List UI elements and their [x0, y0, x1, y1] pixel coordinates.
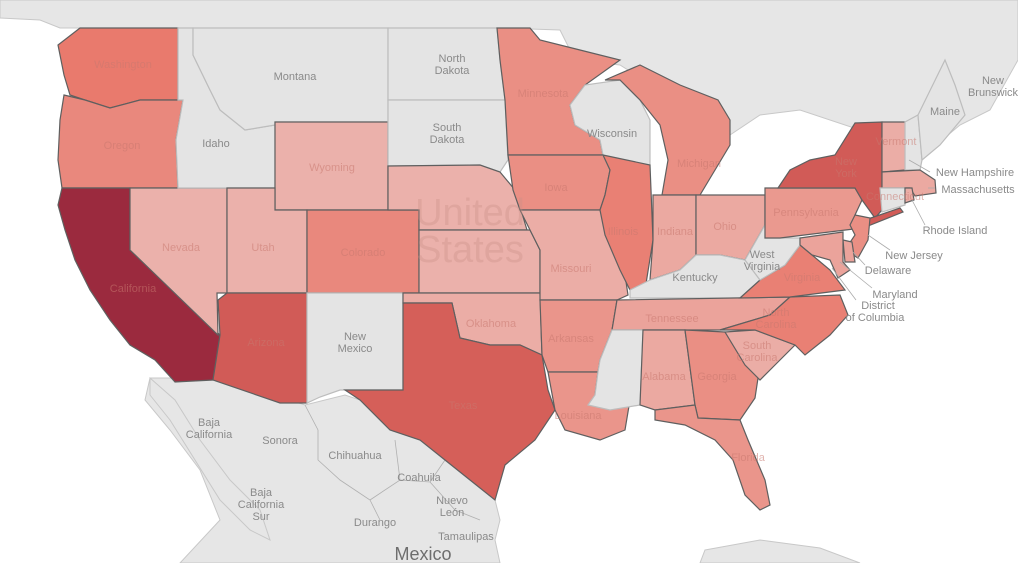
label-nevada: Nevada	[162, 242, 201, 254]
label-vermont: Vermont	[876, 136, 917, 148]
label-coahuila: Coahuila	[397, 472, 441, 484]
label-minnesota: Minnesota	[518, 88, 570, 100]
label-new-york-2: York	[835, 168, 857, 180]
label-baja-california-sur-1: Baja	[250, 487, 273, 499]
cuba-landmass	[699, 539, 861, 563]
mexico-label: Mexico	[394, 544, 451, 563]
label-dc-1: District	[861, 300, 895, 312]
label-west-virginia-2: Virginia	[744, 261, 781, 273]
label-oklahoma: Oklahoma	[466, 318, 517, 330]
label-chihuahua: Chihuahua	[328, 450, 382, 462]
label-new-brunswick-2: Brunswick	[968, 87, 1018, 99]
label-durango: Durango	[354, 517, 396, 529]
label-rhode-island: Rhode Island	[923, 225, 988, 237]
label-baja-california-2: California	[186, 429, 233, 441]
label-wyoming: Wyoming	[309, 162, 355, 174]
label-north-dakota-2: Dakota	[435, 65, 471, 77]
label-tennessee: Tennessee	[645, 313, 698, 325]
label-nuevo-leon-2: León	[440, 507, 464, 519]
label-south-carolina-2: Carolina	[737, 352, 779, 364]
label-new-jersey: New Jersey	[885, 250, 943, 262]
label-kentucky: Kentucky	[672, 272, 718, 284]
label-tamaulipas: Tamaulipas	[438, 531, 494, 543]
leader-rhode-island	[911, 199, 926, 226]
label-south-dakota-1: South	[433, 122, 462, 134]
label-illinois: Illinois	[608, 226, 639, 238]
label-missouri: Missouri	[551, 263, 592, 275]
label-ohio: Ohio	[713, 221, 736, 233]
label-iowa: Iowa	[544, 182, 568, 194]
label-south-carolina-1: South	[743, 340, 772, 352]
label-colorado: Colorado	[341, 247, 386, 259]
label-washington: Washington	[94, 59, 152, 71]
label-west-virginia-1: West	[750, 249, 775, 261]
label-georgia: Georgia	[697, 371, 737, 383]
choropleth-map[interactable]: United States Mexico Washington Oregon C…	[0, 0, 1018, 563]
label-utah: Utah	[251, 242, 274, 254]
label-pennsylvania: Pennsylvania	[773, 207, 839, 219]
label-connecticut: Connecticut	[866, 191, 924, 203]
label-baja-california-sur-3: Sur	[252, 511, 269, 523]
label-arizona: Arizona	[247, 337, 285, 349]
leader-new-jersey	[867, 234, 891, 251]
us-label-line2: States	[416, 229, 524, 271]
label-delaware: Delaware	[865, 265, 911, 277]
label-louisiana: Louisiana	[554, 410, 602, 422]
label-michigan: Michigan	[677, 158, 721, 170]
label-indiana: Indiana	[657, 226, 694, 238]
label-sonora: Sonora	[262, 435, 298, 447]
label-massachusetts: Massachusetts	[941, 184, 1015, 196]
label-baja-california-sur-2: California	[238, 499, 285, 511]
label-maine: Maine	[930, 106, 960, 118]
label-arkansas: Arkansas	[548, 333, 594, 345]
label-new-brunswick-1: New	[982, 75, 1004, 87]
label-new-hampshire: New Hampshire	[936, 167, 1014, 179]
label-oregon: Oregon	[104, 140, 141, 152]
label-new-mexico-2: Mexico	[338, 343, 373, 355]
label-alabama: Alabama	[642, 371, 686, 383]
label-south-dakota-2: Dakota	[430, 134, 466, 146]
label-dc-2: of Columbia	[846, 312, 906, 324]
label-virginia: Virginia	[784, 272, 821, 284]
label-montana: Montana	[274, 71, 318, 83]
label-north-carolina-2: Carolina	[756, 319, 798, 331]
label-new-york-1: New	[835, 156, 857, 168]
label-baja-california-1: Baja	[198, 417, 221, 429]
label-california: California	[110, 283, 157, 295]
label-north-carolina-1: North	[763, 307, 790, 319]
label-north-dakota-1: North	[439, 53, 466, 65]
label-nuevo-leon-1: Nuevo	[436, 495, 468, 507]
us-label-line1: United	[415, 192, 525, 234]
label-idaho: Idaho	[202, 138, 230, 150]
label-wisconsin: Wisconsin	[587, 128, 637, 140]
label-texas: Texas	[449, 400, 478, 412]
label-florida: Florida	[731, 452, 766, 464]
label-new-mexico-1: New	[344, 331, 366, 343]
